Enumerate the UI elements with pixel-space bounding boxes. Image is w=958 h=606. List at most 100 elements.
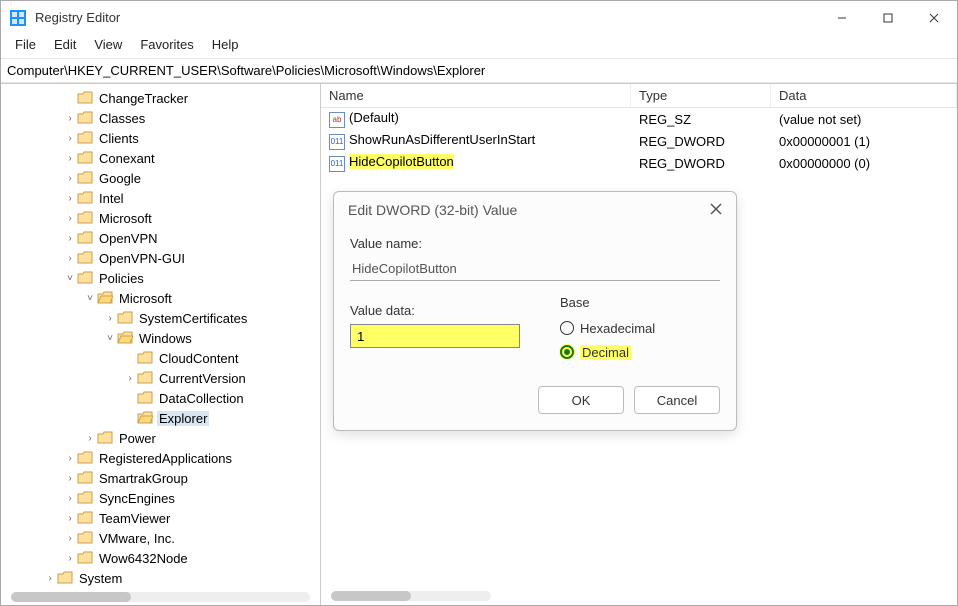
menu-edit[interactable]: Edit [46,35,84,54]
chevron-right-icon[interactable]: › [123,373,137,384]
folder-icon [57,571,73,585]
tree-item[interactable]: ˅ Windows [3,328,318,348]
cancel-button-label: Cancel [657,393,697,408]
tree-item[interactable]: ›OpenVPN [3,228,318,248]
radio-hex[interactable]: Hexadecimal [560,316,655,340]
tree-item[interactable]: ›OpenVPN-GUI [3,248,318,268]
tree-scrollbar-thumb[interactable] [11,592,131,602]
menu-view[interactable]: View [86,35,130,54]
chevron-right-icon[interactable]: › [63,493,77,504]
tree-item[interactable]: ›SmartrakGroup [3,468,318,488]
chevron-right-icon[interactable]: › [63,153,77,164]
chevron-right-icon[interactable]: › [63,173,77,184]
chevron-right-icon[interactable]: › [63,453,77,464]
tree-item[interactable]: › Power [3,428,318,448]
list-body: ab(Default)REG_SZ(value not set) 011 ShowR… [321,108,957,174]
value-data-input[interactable] [350,324,520,348]
chevron-right-icon[interactable]: › [63,113,77,124]
folder-icon [77,531,93,545]
cell-data: (value not set) [771,112,957,127]
tree-item[interactable]: ˅Microsoft [3,288,318,308]
list-scrollbar-thumb[interactable] [331,591,411,601]
tree-item[interactable]: ›CurrentVersion [3,368,318,388]
folder-icon [137,411,153,425]
cancel-button[interactable]: Cancel [634,386,720,414]
tree-item[interactable]: CloudContent [3,348,318,368]
chevron-right-icon[interactable]: › [63,513,77,524]
list-row[interactable]: ab(Default)REG_SZ(value not set) [321,108,957,130]
tree-item[interactable]: ›Classes [3,108,318,128]
menu-favorites[interactable]: Favorites [132,35,201,54]
binary-value-icon: 011 [329,134,345,150]
edit-dword-dialog: Edit DWORD (32-bit) Value Value name: Hi… [333,191,737,431]
radio-decimal[interactable]: Decimal [560,340,655,364]
tree-item[interactable]: › Wow6432Node [3,548,318,568]
tree-item-label: Windows [137,331,194,346]
binary-value-icon: 011 [329,156,345,172]
menu-file[interactable]: File [7,35,44,54]
folder-icon [77,91,93,105]
chevron-right-icon[interactable]: › [63,473,77,484]
chevron-right-icon[interactable]: › [63,553,77,564]
tree-pane[interactable]: ChangeTracker›Classes›Clients›Conexant›G… [1,84,321,605]
tree-item-label: DataCollection [157,391,246,406]
address-bar[interactable]: Computer\HKEY_CURRENT_USER\Software\Poli… [1,58,957,83]
chevron-right-icon[interactable]: › [63,213,77,224]
tree-item-label: CloudContent [157,351,241,366]
tree-item[interactable]: ChangeTracker [3,88,318,108]
tree-item[interactable]: ›SystemCertificates [3,308,318,328]
folder-icon [77,491,93,505]
tree-scrollbar[interactable] [11,592,310,602]
minimize-button[interactable] [819,1,865,35]
chevron-right-icon[interactable]: › [83,433,97,444]
list-scrollbar[interactable] [331,591,491,601]
folder-icon [97,291,113,305]
chevron-down-icon[interactable]: ˅ [103,333,117,344]
tree-item[interactable]: DataCollection [3,388,318,408]
menubar: File Edit View Favorites Help [1,35,957,58]
list-row[interactable]: 011HideCopilotButtonREG_DWORD0x00000000 … [321,152,957,174]
chevron-right-icon[interactable]: › [63,253,77,264]
chevron-down-icon[interactable]: ˅ [63,273,77,284]
folder-icon [77,151,93,165]
chevron-right-icon[interactable]: › [63,193,77,204]
tree-item-label: Explorer [157,411,209,426]
column-name[interactable]: Name [321,84,631,107]
cell-name: 011HideCopilotButton [321,154,631,172]
tree-item[interactable]: ›SyncEngines [3,488,318,508]
folder-icon [77,511,93,525]
dialog-close-button[interactable] [710,202,722,218]
tree-item[interactable]: ›Clients [3,128,318,148]
chevron-right-icon[interactable]: › [43,573,57,584]
tree-item[interactable]: ›RegisteredApplications [3,448,318,468]
chevron-right-icon[interactable]: › [63,533,77,544]
tree-item[interactable]: ›VMware, Inc. [3,528,318,548]
tree-item-label: Wow6432Node [97,551,190,566]
list-row[interactable]: 011ShowRunAsDifferentUserInStartREG_DWOR… [321,130,957,152]
tree-item[interactable]: ›Google [3,168,318,188]
tree-item[interactable]: ›Conexant [3,148,318,168]
value-name: ShowRunAsDifferentUserInStart [349,132,535,147]
menu-help[interactable]: Help [204,35,247,54]
tree-item[interactable]: ˅ Policies [3,268,318,288]
chevron-down-icon[interactable]: ˅ [83,293,97,304]
column-data[interactable]: Data [771,84,957,107]
tree-item[interactable]: ›System [3,568,318,588]
tree-item[interactable]: Explorer [3,408,318,428]
tree-item[interactable]: ›TeamViewer [3,508,318,528]
tree-item-label: Power [117,431,158,446]
tree-item[interactable]: ›Microsoft [3,208,318,228]
chevron-right-icon[interactable]: › [63,233,77,244]
folder-icon [77,551,93,565]
address-path: Computer\HKEY_CURRENT_USER\Software\Poli… [7,63,485,78]
chevron-right-icon[interactable]: › [63,133,77,144]
cell-data: 0x00000001 (1) [771,134,957,149]
column-type[interactable]: Type [631,84,771,107]
tree-item-label: Policies [97,271,146,286]
maximize-button[interactable] [865,1,911,35]
cell-type: REG_DWORD [631,156,771,171]
close-button[interactable] [911,1,957,35]
chevron-right-icon[interactable]: › [103,313,117,324]
ok-button[interactable]: OK [538,386,624,414]
tree-item[interactable]: ›Intel [3,188,318,208]
